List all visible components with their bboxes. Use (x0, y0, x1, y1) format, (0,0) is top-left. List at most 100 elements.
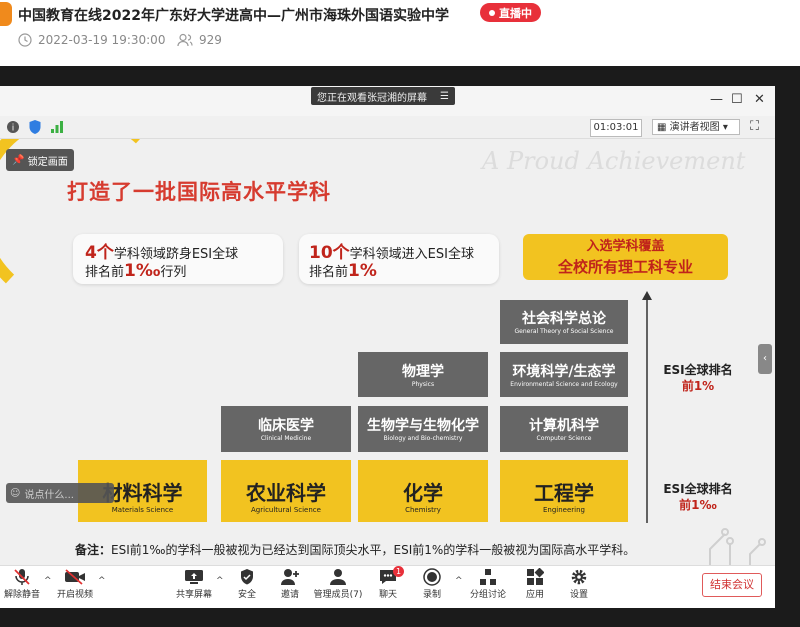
card1-num: 4个 (85, 243, 114, 263)
viewer-count-text: 929 (199, 33, 222, 47)
decorative-circuit (709, 528, 766, 565)
members-icon (330, 569, 346, 585)
subject-cn: 计算机科学 (529, 418, 599, 434)
rank-label-bottom: ESI全球排名 前1‰ (658, 481, 738, 513)
layout-icon: ▦ (657, 122, 667, 133)
subject-en: Environmental Science and Ecology (510, 381, 618, 388)
lock-view-button[interactable]: 📌 锁定画面 (6, 149, 74, 171)
minimize-icon[interactable]: — (710, 92, 723, 107)
apps-icon (527, 568, 544, 585)
pin-icon: 📌 (12, 154, 25, 166)
card2-rank: 1% (348, 261, 377, 281)
manage-members-label: 管理成员(7) (313, 590, 363, 600)
share-screen-icon (185, 570, 203, 584)
manage-members-button[interactable]: 管理成员(7) (310, 567, 366, 600)
channel-logo (0, 2, 12, 26)
card1-line2: 排名前1‰行列 (85, 261, 186, 281)
subject-box-chemistry: 化学 Chemistry (358, 460, 488, 522)
note-label: 备注： (75, 543, 112, 557)
slide-watermark: A Proud Achievement (482, 147, 746, 175)
rank-label-top: ESI全球排名 前1% (658, 362, 738, 394)
card3-line1: 入选学科覆盖 (586, 239, 665, 254)
security-shield-icon[interactable] (28, 119, 42, 135)
rank-top-line1: ESI全球排名 (663, 363, 733, 377)
live-dot-icon (489, 9, 495, 16)
settings-label: 设置 (569, 590, 588, 600)
lock-view-label: 锁定画面 (27, 156, 68, 168)
live-badge: 直播中 (480, 3, 541, 22)
subject-en: General Theory of Social Science (514, 328, 614, 335)
subject-box-social-science: 社会科学总论 General Theory of Social Science (500, 300, 628, 344)
subject-en: Biology and Bio-chemistry (383, 435, 463, 442)
subject-cn: 社会科学总论 (522, 311, 606, 327)
signal-icon[interactable] (50, 120, 64, 134)
fullscreen-icon[interactable]: ⛶ (750, 119, 759, 134)
stream-title: 中国教育在线2022年广东好大学进高中—广州市海珠外国语实验中学 (18, 8, 449, 24)
unmute-label: 解除静音 (3, 590, 40, 600)
card-coverage: 入选学科覆盖 全校所有理工科专业 (523, 234, 728, 280)
unmute-button[interactable]: 解除静音 (0, 567, 50, 600)
subject-box-environment: 环境科学/生态学 Environmental Science and Ecolo… (500, 352, 628, 397)
chevron-up-icon[interactable]: ^ (98, 576, 106, 586)
close-icon[interactable]: ✕ (754, 92, 765, 107)
share-notice-text: 您正在观看张冠湘的屏幕 (317, 92, 427, 104)
card1-line1: 4个学科领域跻身ESI全球 (85, 238, 238, 263)
settings-button[interactable]: 设置 (551, 567, 607, 600)
viewer-count: 929 (177, 33, 222, 47)
menu-icon[interactable]: ☰ (440, 91, 449, 102)
viewers-icon (177, 33, 193, 47)
subject-cn: 工程学 (534, 481, 594, 505)
slide-note: 备注：ESI前1‰的学科一般被视为已经达到国际顶尖水平，ESI前1%的学科一般被… (75, 541, 635, 558)
subject-en: Engineering (543, 506, 585, 514)
side-panel-toggle[interactable]: ‹ (758, 344, 772, 374)
stream-datetime: 2022-03-19 19:30:00 (18, 33, 165, 47)
mic-muted-icon (14, 569, 30, 585)
subject-box-clinical: 临床医学 Clinical Medicine (221, 406, 351, 452)
subject-cn: 物理学 (402, 364, 444, 380)
rank-bottom-line1: ESI全球排名 (663, 482, 733, 496)
subject-cn: 临床医学 (258, 418, 314, 434)
rank-bottom-line2: 前1‰ (679, 498, 717, 512)
subject-box-biology: 生物学与生物化学 Biology and Bio-chemistry (358, 406, 488, 452)
record-label: 录制 (422, 590, 441, 600)
svg-text:i: i (12, 124, 15, 134)
subject-en: Agricultural Science (251, 506, 321, 514)
card2-line2: 排名前1% (309, 261, 377, 281)
chat-placeholder: 说点什么... (24, 489, 74, 501)
card3-line2: 全校所有理工科专业 (557, 258, 693, 276)
video-off-icon (65, 569, 85, 585)
subject-box-computer: 计算机科学 Computer Science (500, 406, 628, 452)
record-button[interactable]: 录制 (404, 567, 460, 600)
card1-rank: 1‰ (124, 261, 161, 281)
chat-input[interactable]: ☺ 说点什么... (6, 483, 114, 503)
chevron-down-icon: ▾ (722, 122, 728, 133)
info-icon[interactable]: i (6, 120, 20, 134)
view-mode-label: 演讲者视图 (669, 122, 720, 133)
card2-num: 10个 (309, 243, 350, 263)
card1-pre: 排名前 (85, 265, 125, 280)
view-mode-button[interactable]: ▦ 演讲者视图 ▾ (652, 119, 740, 135)
start-video-label: 开启视频 (56, 590, 93, 600)
emoji-icon[interactable]: ☺ (10, 488, 20, 499)
subject-box-engineering: 工程学 Engineering (500, 460, 628, 522)
slide-title: 打造了一批国际高水平学科 (67, 180, 331, 204)
subject-cn: 生物学与生物化学 (367, 418, 479, 434)
end-meeting-button[interactable]: 结束会议 (702, 573, 762, 597)
card1-text: 学科领域跻身ESI全球 (113, 247, 239, 262)
gear-icon (571, 569, 587, 585)
share-screen-label: 共享屏幕 (175, 590, 212, 600)
subject-box-physics: 物理学 Physics (358, 352, 488, 397)
card1-post: 行列 (160, 265, 187, 280)
start-video-button[interactable]: 开启视频 (47, 567, 103, 600)
meeting-timer: 01:03:01 (590, 119, 642, 137)
clock-icon (18, 33, 32, 47)
subject-cn: 环境科学/生态学 (512, 364, 616, 380)
share-screen-button[interactable]: 共享屏幕 (166, 567, 222, 600)
share-notice-bar[interactable]: 您正在观看张冠湘的屏幕 ☰ (311, 87, 455, 105)
add-user-icon (281, 569, 299, 585)
maximize-icon[interactable]: ☐ (731, 92, 743, 107)
subject-cn: 化学 (403, 481, 443, 505)
datetime-text: 2022-03-19 19:30:00 (38, 33, 166, 47)
card2-line1: 10个学科领域进入ESI全球 (309, 238, 474, 263)
live-label: 直播中 (499, 6, 532, 20)
